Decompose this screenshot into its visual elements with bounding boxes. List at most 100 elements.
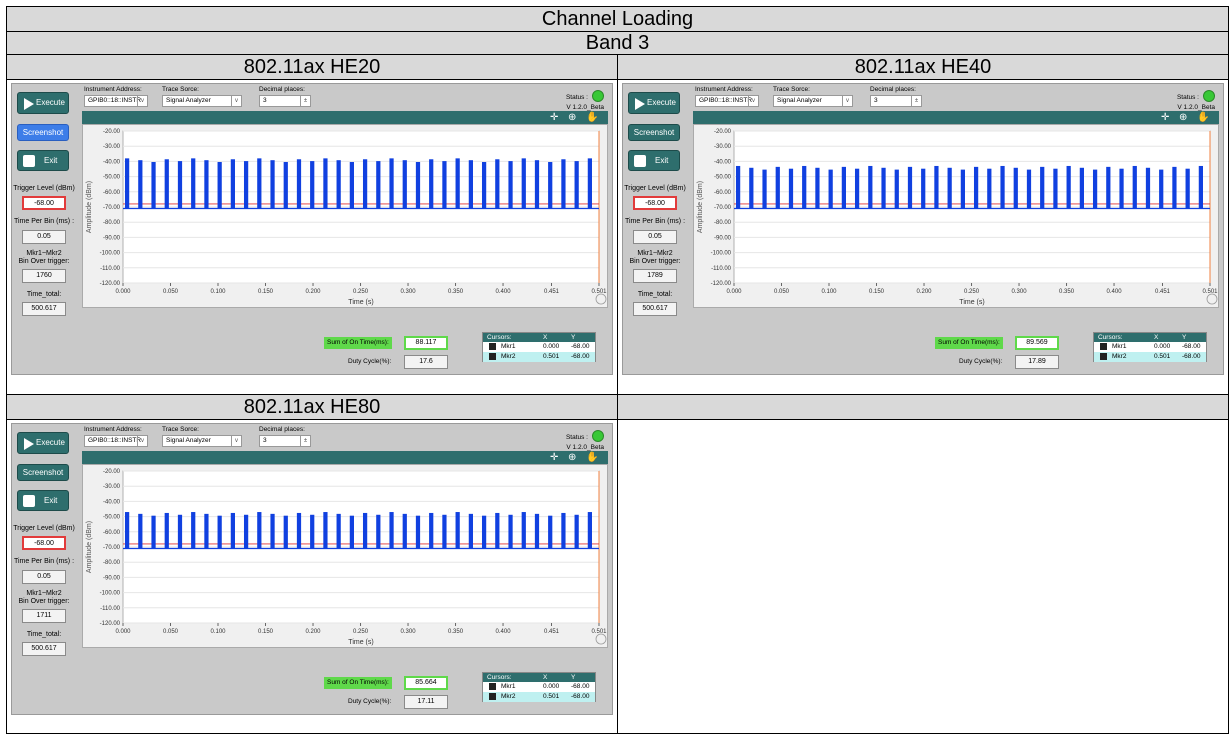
y-tick-label: -30.00: [103, 484, 121, 490]
trace-source-select[interactable]: Signal Analyzer v: [773, 95, 853, 108]
cursor-marker-icon: [489, 692, 496, 700]
trace-burst: [561, 512, 566, 549]
bin-over-trigger-label: Bin Over trigger:: [629, 258, 681, 266]
trace-burst: [1106, 167, 1111, 209]
trace-burst: [1066, 166, 1071, 209]
screenshot-button[interactable]: Screenshot: [17, 463, 69, 481]
x-tick-label: 0.050: [163, 289, 179, 295]
zoom-icon[interactable]: ⊕: [1179, 111, 1187, 124]
y-tick-label: -60.00: [714, 190, 732, 196]
trace-burst: [1132, 166, 1137, 209]
x-tick-label: 0.300: [1012, 289, 1028, 295]
trace-source-select[interactable]: Signal Analyzer v: [162, 434, 242, 447]
pan-hand-icon[interactable]: ✋: [586, 111, 598, 124]
y-tick-label: -90.00: [103, 575, 121, 581]
y-tick-label: -70.00: [103, 205, 121, 211]
instrument-address-select[interactable]: GPIB0::18::INSTR v: [695, 95, 759, 108]
trace-burst: [230, 512, 235, 549]
band-label: Band 3: [6, 31, 1229, 56]
cursor-x: 0.501: [1154, 353, 1171, 361]
y-tick-label: -40.00: [103, 499, 121, 505]
y-tick-label: -20.00: [714, 129, 732, 135]
y-tick-label: -100.00: [100, 590, 121, 596]
trigger-level-input[interactable]: -68.00: [22, 535, 66, 550]
trace-burst: [802, 166, 807, 209]
decimal-places-stepper[interactable]: 3 ±: [259, 434, 311, 447]
decimal-places-stepper[interactable]: 3 ±: [870, 95, 922, 108]
cursor-name: Mkr1: [501, 682, 516, 690]
trace-burst: [191, 511, 196, 549]
x-tick-label: 0.451: [544, 289, 560, 295]
trace-burst: [468, 513, 473, 549]
screenshot-button[interactable]: Screenshot: [17, 124, 69, 142]
cursor-name: Mkr1: [501, 343, 516, 351]
analyzer-panel: Execute Screenshot Exit Trigger Level (d…: [622, 83, 1224, 376]
x-tick-label: 0.200: [917, 289, 933, 295]
panel-heading-he40: 802.11ax HE40: [617, 54, 1229, 81]
cursor-marker-icon: [489, 682, 496, 690]
exit-button[interactable]: Exit: [628, 150, 680, 172]
crosshair-icon[interactable]: ✛: [1161, 111, 1169, 124]
trace-burst: [574, 514, 579, 549]
cursors-header: Cursors: X Y: [483, 672, 595, 682]
trigger-level-input[interactable]: -68.00: [633, 196, 677, 211]
trace-source-select[interactable]: Signal Analyzer v: [162, 95, 242, 108]
pan-hand-icon[interactable]: ✋: [586, 451, 598, 464]
zoom-icon[interactable]: ⊕: [568, 111, 576, 124]
trace-burst: [349, 162, 354, 209]
decimal-places-stepper[interactable]: 3 ±: [259, 95, 311, 108]
trace-burst: [1026, 169, 1032, 209]
cursor-y: -68.00: [571, 343, 590, 351]
screenshot-button[interactable]: Screenshot: [628, 124, 680, 142]
exit-button[interactable]: Exit: [17, 150, 69, 172]
y-tick-label: -110.00: [711, 266, 732, 272]
cursor-row[interactable]: Mkr1 0.000 -68.00: [483, 342, 595, 352]
instrument-address-select[interactable]: GPIB0::18::INSTR v: [84, 95, 148, 108]
execute-label: Execute: [647, 98, 676, 108]
zoom-icon[interactable]: ⊕: [568, 451, 576, 464]
pan-hand-icon[interactable]: ✋: [1197, 111, 1209, 124]
cursors-header-name: Cursors:: [487, 334, 512, 342]
execute-button[interactable]: Execute: [17, 92, 69, 115]
trace-burst: [270, 513, 275, 549]
trace-burst: [894, 169, 899, 209]
execute-button[interactable]: Execute: [17, 431, 69, 454]
instrument-address-value: GPIB0::18::INSTR: [88, 436, 142, 444]
trace-burst: [257, 158, 262, 209]
trace-burst: [947, 168, 952, 209]
trace-burst: [534, 513, 540, 549]
duty-cycle-value: 17.6: [404, 355, 448, 370]
trace-burst: [548, 515, 553, 549]
decimal-places-value: 3: [874, 97, 878, 105]
cursor-row[interactable]: Mkr1 0.000 -68.00: [483, 682, 595, 692]
amplitude-chart: -20.00 -30.00 -40.00 -50.00 -60.00 -70.00 -80.…: [86, 469, 607, 646]
x-tick-label: 0.400: [496, 629, 512, 635]
exit-button[interactable]: Exit: [17, 489, 69, 511]
trace-burst: [587, 158, 592, 209]
cursor-row[interactable]: Mkr2 0.501 -68.00: [1094, 352, 1206, 363]
x-tick-label: 0.200: [306, 629, 322, 635]
trigger-level-input[interactable]: -68.00: [22, 196, 66, 211]
execute-button[interactable]: Execute: [628, 92, 680, 115]
panel-heading-he80: 802.11ax HE80: [6, 393, 618, 420]
trace-burst: [204, 513, 209, 549]
crosshair-icon[interactable]: ✛: [550, 111, 558, 124]
cursor-row[interactable]: Mkr2 0.501 -68.00: [483, 691, 595, 702]
sum-on-time-value: 88.117: [404, 336, 448, 351]
x-tick-label: 0.451: [1155, 289, 1171, 295]
cursor-row[interactable]: Mkr2 0.501 -68.00: [483, 352, 595, 363]
chevron-down-icon: v: [137, 96, 147, 107]
trace-source-label: Trace Sorce:: [773, 86, 810, 94]
instrument-address-select[interactable]: GPIB0::18::INSTR v: [84, 434, 148, 447]
cursor-row[interactable]: Mkr1 0.000 -68.00: [1094, 342, 1206, 352]
mkr-label: Mkr1~Mkr2: [26, 250, 62, 258]
x-tick-label: 0.400: [496, 289, 512, 295]
x-tick-label: 0.100: [211, 629, 227, 635]
cursor-marker-icon: [489, 343, 496, 351]
crosshair-icon[interactable]: ✛: [550, 451, 558, 464]
graph-toolbar: ✛ ⊕ ✋: [82, 111, 608, 125]
duty-cycle-value: 17.11: [404, 694, 448, 709]
panel-cell-he80: Execute Screenshot Exit Trigger Level (d…: [6, 418, 618, 735]
trace-burst: [1119, 169, 1124, 209]
trace-burst: [587, 511, 592, 549]
